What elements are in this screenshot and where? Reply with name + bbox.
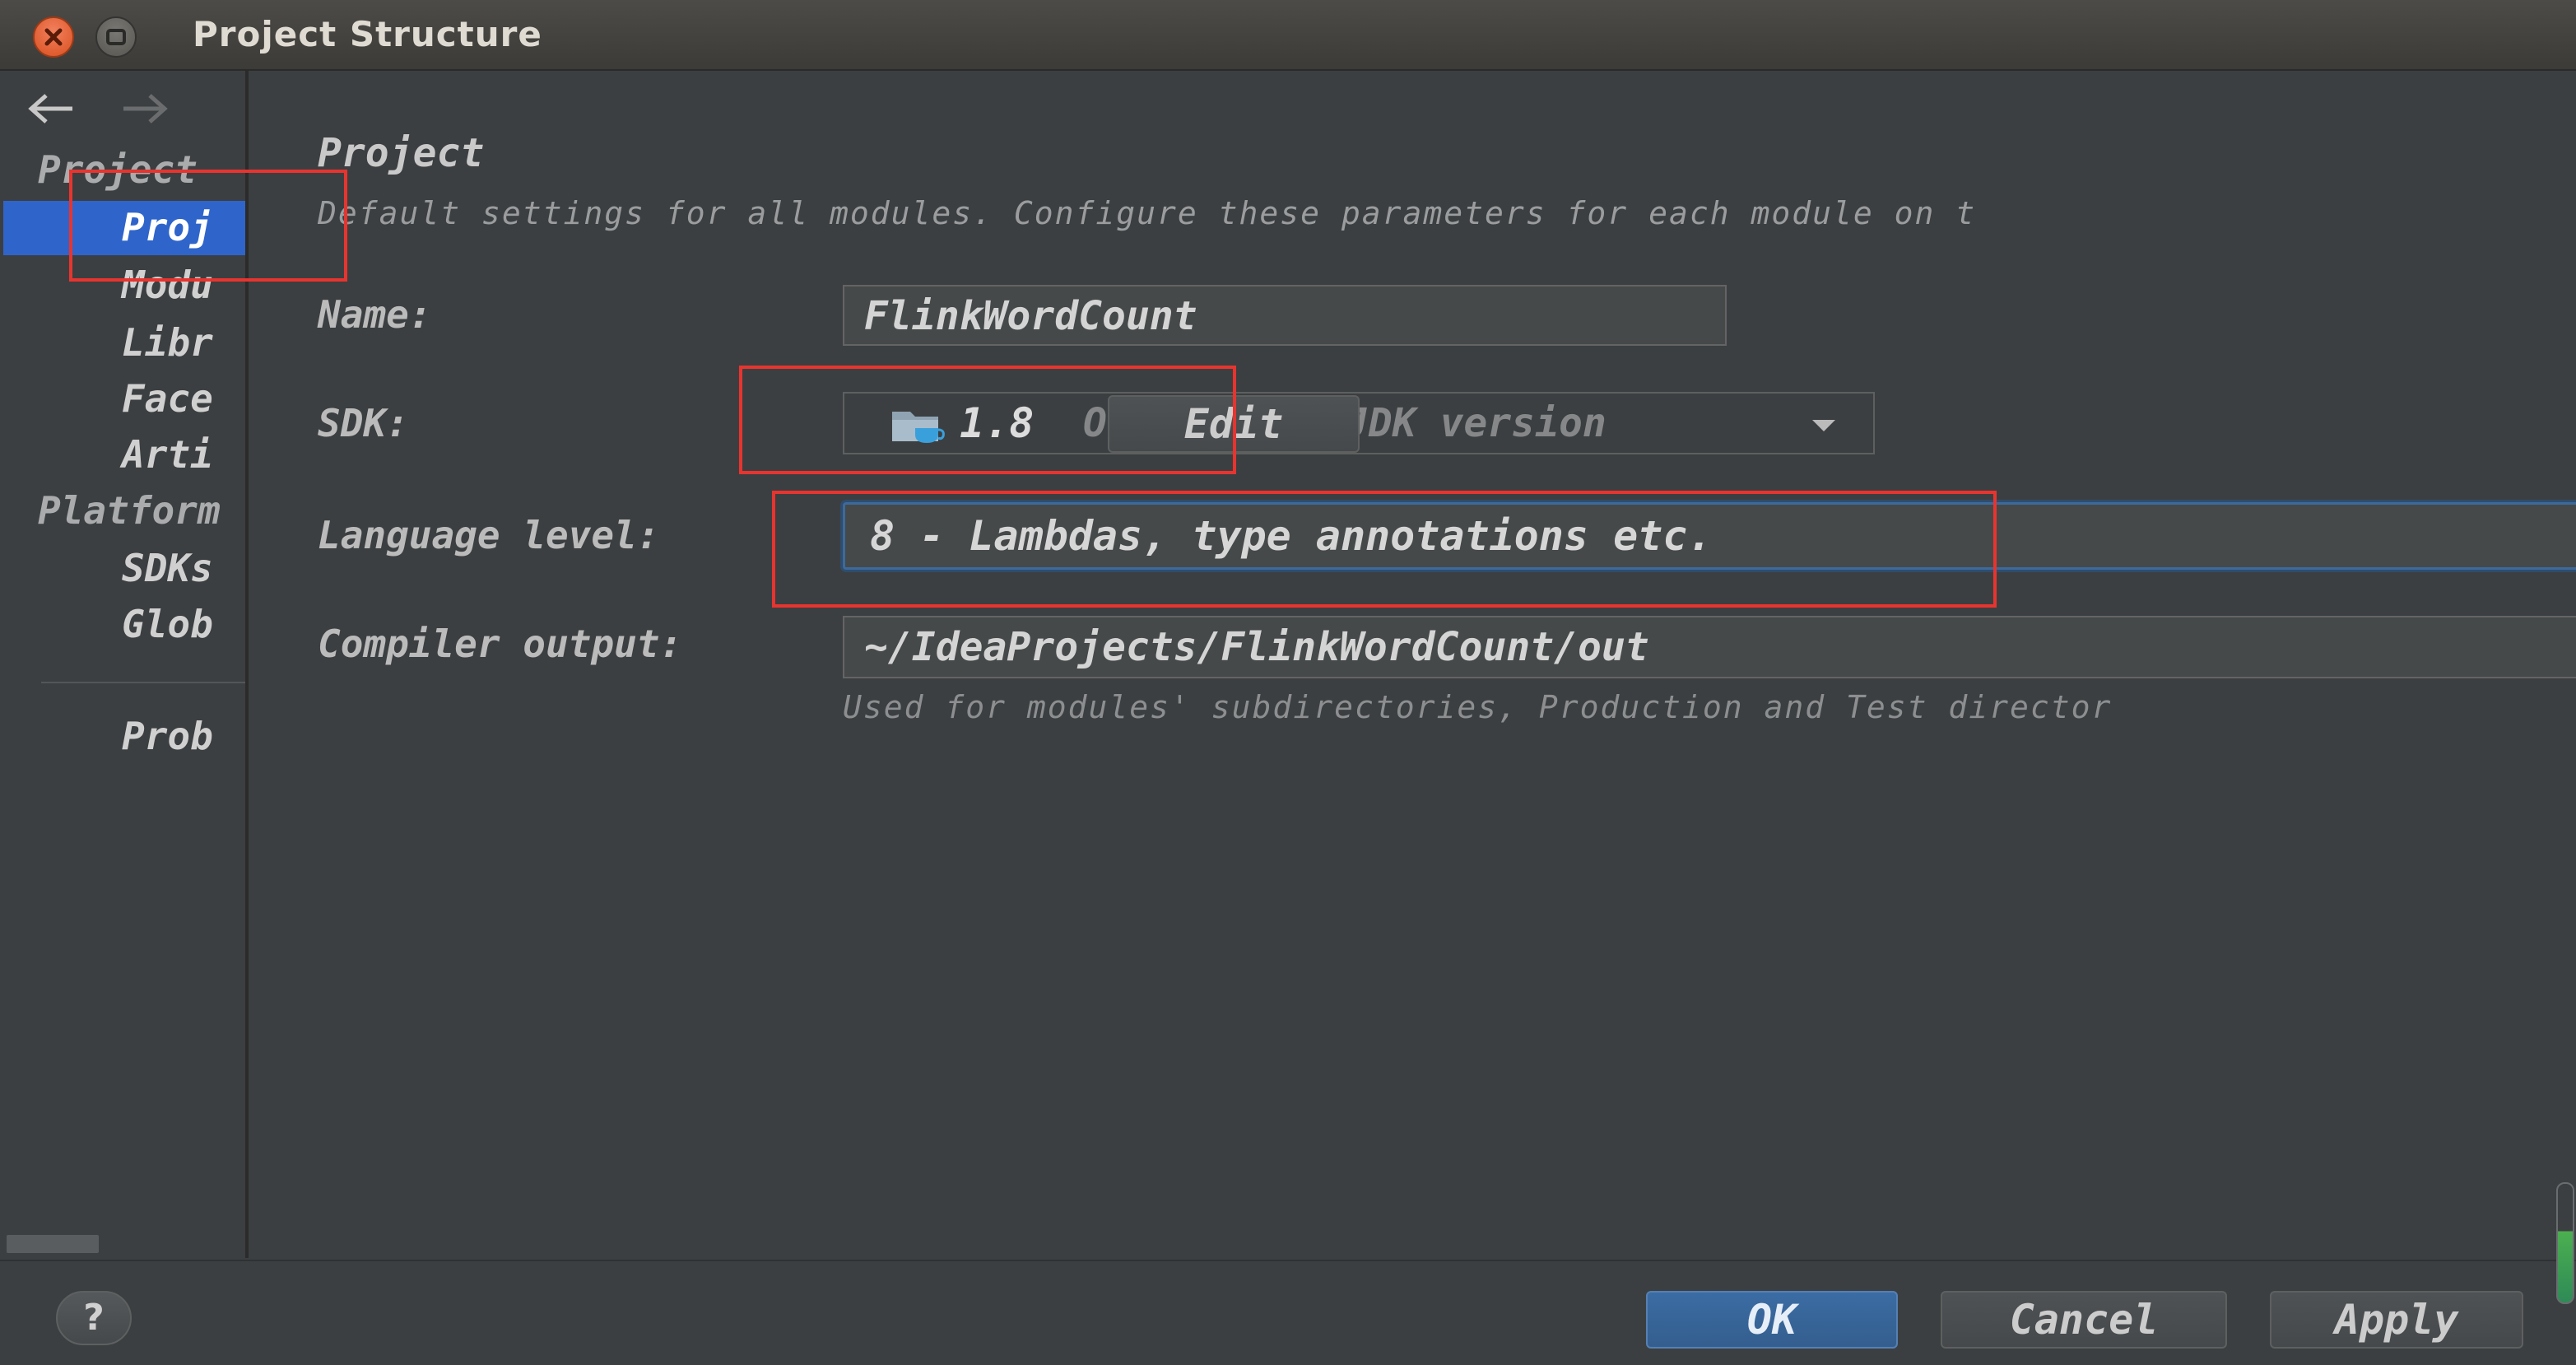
sidebar-group-platform: Platform	[38, 488, 221, 533]
close-button[interactable]	[33, 16, 74, 58]
project-name-value: FlinkWordCount	[864, 293, 1197, 339]
ok-label: OK	[1746, 1296, 1797, 1344]
sdk-label: SDK:	[318, 401, 409, 445]
sidebar-item-project[interactable]: Proj	[3, 201, 245, 255]
project-settings-panel: Project Default settings for all modules…	[249, 71, 2576, 1258]
compiler-output-value: ~/IdeaProjects/FlinkWordCount/out	[864, 624, 1649, 670]
dialog-button-bar: ? OK Cancel Apply	[0, 1260, 2576, 1365]
sidebar-group-project: Project	[38, 147, 198, 192]
back-arrow-icon[interactable]	[25, 91, 77, 127]
cancel-label: Cancel	[2009, 1296, 2159, 1344]
cancel-button[interactable]: Cancel	[1941, 1291, 2227, 1349]
close-icon	[44, 28, 63, 46]
compiler-output-input[interactable]: ~/IdeaProjects/FlinkWordCount/out	[843, 616, 2576, 678]
chevron-down-icon	[1812, 420, 1835, 431]
sidebar-item-modules[interactable]: Modu	[122, 260, 213, 310]
sidebar-divider	[41, 682, 245, 683]
compiler-output-label: Compiler output:	[318, 622, 683, 666]
window-title: Project Structure	[193, 14, 542, 54]
sidebar: Project Proj Modu Libr Face Arti Platfor…	[0, 71, 249, 1258]
help-icon: ?	[83, 1297, 105, 1339]
sidebar-item-facets[interactable]: Face	[122, 374, 213, 423]
forward-arrow-icon[interactable]	[119, 91, 171, 127]
sidebar-item-sdks[interactable]: SDKs	[122, 543, 213, 593]
vertical-scrollbar[interactable]	[2556, 1182, 2574, 1304]
title-bar: Project Structure	[0, 0, 2576, 71]
minimize-icon	[106, 29, 126, 45]
sidebar-item-label: Proj	[122, 205, 213, 249]
apply-button[interactable]: Apply	[2270, 1291, 2523, 1349]
compiler-output-hint: Used for modules' subdirectories, Produc…	[843, 689, 2113, 725]
sdk-edit-label: Edit	[1183, 400, 1284, 448]
page-title: Project	[318, 130, 485, 176]
sdk-edit-button[interactable]: Edit	[1108, 395, 1360, 453]
sidebar-item-problems[interactable]: Prob	[122, 711, 213, 761]
sdk-version: 1.8	[960, 399, 1035, 447]
name-label: Name:	[318, 292, 432, 337]
jdk-folder-icon	[892, 412, 945, 443]
language-level-dropdown[interactable]: 8 - Lambdas, type annotations etc.	[843, 502, 2576, 570]
minimize-button[interactable]	[95, 16, 137, 58]
page-description: Default settings for all modules. Config…	[318, 195, 1977, 231]
language-level-value: 8 - Lambdas, type annotations etc.	[870, 512, 1713, 560]
sidebar-item-global-libraries[interactable]: Glob	[122, 599, 213, 649]
help-button[interactable]: ?	[56, 1291, 132, 1345]
sidebar-horizontal-scrollbar[interactable]	[7, 1235, 99, 1253]
sidebar-item-libraries[interactable]: Libr	[122, 318, 213, 367]
ok-button[interactable]: OK	[1646, 1291, 1898, 1349]
sidebar-item-artifacts[interactable]: Arti	[122, 430, 213, 479]
apply-label: Apply	[2334, 1296, 2459, 1344]
language-level-label: Language level:	[318, 513, 660, 557]
project-name-input[interactable]: FlinkWordCount	[843, 285, 1727, 346]
project-structure-dialog: Project Structure Project Proj Modu Libr…	[0, 0, 2576, 1365]
